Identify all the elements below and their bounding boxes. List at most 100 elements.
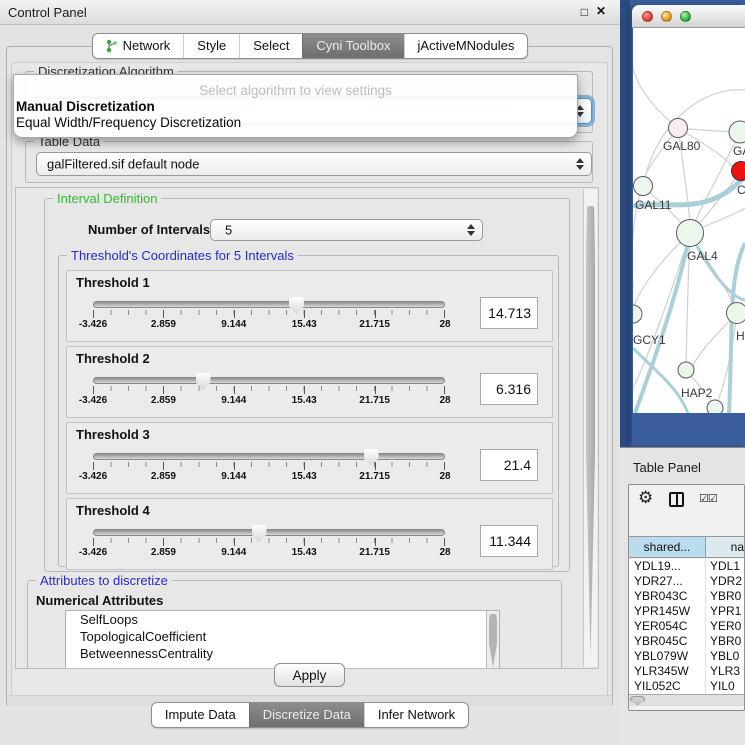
slider-track[interactable] — [93, 453, 445, 460]
numerical-attributes-list: SelfLoops TopologicalCoefficient Between… — [65, 610, 500, 669]
settings-vertical-scrollbar[interactable] — [583, 189, 597, 667]
tab-discretize-data-label: Discretize Data — [263, 707, 351, 722]
network-graph: GAL80 GA C GAL11 GAL4 H GCY1 HAP2 — [633, 28, 745, 413]
tab-infer-network[interactable]: Infer Network — [364, 703, 468, 727]
threshold-2-panel: Threshold 2 -3.4262.8599.14415.4321.7152… — [66, 346, 553, 418]
node-top-right — [729, 121, 745, 143]
table-panel: Table Panel ⚙ ☑☑ shared... na YDL19...YD… — [620, 447, 745, 745]
node-red-selected — [732, 162, 745, 181]
tab-network[interactable]: Network — [93, 34, 184, 58]
bottom-tab-group: Impute Data Discretize Data Infer Networ… — [151, 702, 469, 728]
table-data-combobox[interactable]: galFiltered.sif default node — [36, 152, 592, 176]
scrollbar-thumb[interactable] — [630, 696, 645, 705]
scrollbar-thumb[interactable] — [586, 206, 595, 658]
app-root: Control Panel □ ✕ Network Style Se — [0, 0, 745, 745]
algorithm-dropdown-popup: Select algorithm to view settings Manual… — [13, 74, 578, 138]
list-item[interactable]: SelfLoops — [66, 611, 499, 628]
threshold-3-value-field[interactable] — [480, 449, 538, 481]
table-row[interactable]: YER054CYER0 — [629, 619, 745, 634]
threshold-2-value-field[interactable] — [480, 373, 538, 405]
slider-track[interactable] — [93, 529, 445, 536]
network-canvas[interactable]: GAL80 GA C GAL11 GAL4 H GCY1 HAP2 — [633, 28, 745, 413]
float-icon[interactable]: □ — [581, 5, 588, 19]
threshold-1-label: Threshold 1 — [76, 275, 150, 290]
select-all-checkboxes-icon[interactable]: ☑☑ — [699, 492, 717, 505]
number-of-intervals-value: 5 — [225, 223, 232, 238]
threshold-coordinates-title: Threshold's Coordinates for 5 Intervals — [67, 248, 298, 263]
list-item[interactable]: TopologicalCoefficient — [66, 628, 499, 645]
threshold-1-slider: -3.4262.8599.14415.4321.71528 — [93, 301, 445, 330]
svg-text:GAL4: GAL4 — [687, 249, 718, 263]
svg-text:H: H — [736, 329, 745, 343]
slider-scale-labels: -3.4262.8599.14415.4321.71528 — [93, 547, 445, 558]
top-tab-group: Network Style Select Cyni Toolbox jActiv… — [92, 33, 529, 59]
interval-definition-title: Interval Definition — [53, 191, 161, 206]
dropdown-placeholder-option[interactable]: Select algorithm to view settings — [14, 75, 577, 98]
network-window-titlebar[interactable] — [632, 5, 745, 28]
minimize-traffic-light[interactable] — [661, 11, 672, 22]
table-row[interactable]: YPR145WYPR1 — [629, 604, 745, 619]
table-row[interactable]: YDR27...YDR2 — [629, 574, 745, 589]
dropdown-option-equal-width[interactable]: Equal Width/Frequency Discretization — [14, 114, 577, 130]
table-row[interactable]: YBL079WYBL0 — [629, 649, 745, 664]
slider-scale-labels: -3.4262.8599.14415.4321.71528 — [93, 395, 445, 406]
background-strip — [620, 0, 630, 447]
gear-icon[interactable]: ⚙ — [638, 488, 653, 508]
node-right-mid — [727, 303, 745, 324]
table-horizontal-scrollbar[interactable] — [629, 694, 745, 706]
tab-network-label: Network — [123, 38, 171, 53]
threshold-4-value-field[interactable] — [480, 525, 538, 557]
close-traffic-light[interactable] — [642, 11, 653, 22]
threshold-4-panel: Threshold 4 -3.4262.8599.14415.4321.7152… — [66, 498, 553, 570]
slider-scale-labels: -3.4262.8599.14415.4321.71528 — [93, 319, 445, 330]
tab-discretize-data[interactable]: Discretize Data — [249, 703, 364, 727]
table-row[interactable]: YDL19...YDL1 — [629, 559, 745, 574]
threshold-2-slider: -3.4262.8599.14415.4321.71528 — [93, 377, 445, 406]
dropdown-option-manual[interactable]: Manual Discretization — [14, 98, 577, 114]
tab-impute-data[interactable]: Impute Data — [152, 703, 249, 727]
threshold-4-label: Threshold 4 — [76, 503, 150, 518]
node-gal11 — [634, 177, 653, 196]
list-scrollbar[interactable] — [486, 611, 499, 669]
svg-text:C: C — [737, 183, 745, 197]
apply-button[interactable]: Apply — [274, 663, 346, 687]
combo-arrows-icon — [467, 224, 475, 236]
table-row[interactable]: YIL052CYIL0 — [629, 679, 745, 694]
table-row[interactable]: YBR045CYBR0 — [629, 634, 745, 649]
tab-style[interactable]: Style — [183, 34, 239, 58]
slider-track[interactable] — [93, 377, 445, 384]
table-row[interactable]: YBR043CYBR0 — [629, 589, 745, 604]
threshold-1-value-field[interactable] — [480, 297, 538, 329]
node-gal4 — [677, 220, 704, 247]
table-row[interactable]: YLR345WYLR3 — [629, 664, 745, 679]
column-header-name[interactable]: na — [706, 537, 745, 557]
select-columns-icon[interactable] — [669, 492, 684, 507]
tab-select-label: Select — [253, 38, 289, 53]
table-body: YDL19...YDL1 YDR27...YDR2 YBR043CYBR0 YP… — [629, 559, 745, 694]
table-data-value: galFiltered.sif default node — [47, 157, 199, 172]
svg-text:GAL11: GAL11 — [635, 198, 672, 212]
threshold-3-panel: Threshold 3 -3.4262.8599.14415.4321.7152… — [66, 422, 553, 494]
attributes-to-discretize-group: Attributes to discretize Numerical Attri… — [27, 580, 562, 669]
attribute-browser: ⚙ ☑☑ shared... na YDL19...YDL1 YDR27...Y… — [628, 484, 745, 711]
table-header-row: shared... na — [629, 536, 745, 558]
svg-text:GAL80: GAL80 — [663, 139, 701, 153]
slider-scale-labels: -3.4262.8599.14415.4321.71528 — [93, 471, 445, 482]
svg-text:GCY1: GCY1 — [633, 333, 666, 347]
close-icon[interactable]: ✕ — [596, 4, 606, 18]
tab-jactivemnodules[interactable]: jActiveMNodules — [404, 34, 528, 58]
number-of-intervals-combobox[interactable]: 5 — [210, 219, 483, 241]
threshold-3-slider: -3.4262.8599.14415.4321.71528 — [93, 453, 445, 482]
tab-cyni-toolbox[interactable]: Cyni Toolbox — [302, 34, 403, 58]
list-item[interactable]: BetweennessCentrality — [66, 645, 499, 662]
apply-row: Apply — [7, 663, 612, 695]
threshold-coordinates-group: Threshold's Coordinates for 5 Intervals … — [58, 255, 559, 567]
tab-cyni-toolbox-label: Cyni Toolbox — [316, 38, 390, 53]
tab-select[interactable]: Select — [239, 34, 302, 58]
column-header-shared-name[interactable]: shared... — [629, 537, 706, 557]
zoom-traffic-light[interactable] — [680, 11, 691, 22]
svg-text:HAP2: HAP2 — [681, 386, 713, 400]
slider-track[interactable] — [93, 301, 445, 308]
tab-infer-network-label: Infer Network — [378, 707, 455, 722]
threshold-1-panel: Threshold 1 -3.4262.8599.14415.4321.7152… — [66, 270, 553, 342]
